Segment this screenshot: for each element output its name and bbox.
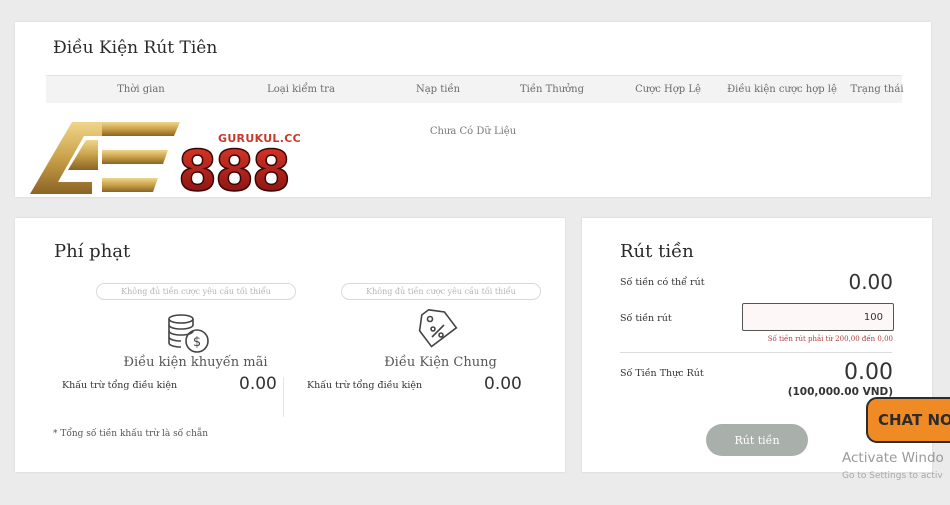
- table-header: Thời gian Loại kiểm tra Nạp tiền Tiền Th…: [46, 75, 904, 103]
- min-bet-warning-pill: Không đủ tiền cược yêu cầu tối thiểu: [341, 283, 541, 300]
- penalty-title: Phí phạt: [54, 241, 131, 262]
- discount-tag-icon: [418, 308, 458, 348]
- withdraw-title: Rút tiền: [620, 241, 694, 262]
- actual-amount-label: Số Tiền Thực Rút: [620, 368, 704, 379]
- promo-condition-label: Điều kiện khuyến mãi: [123, 355, 268, 370]
- withdraw-amount-label: Số tiền rút: [620, 313, 672, 324]
- deduction-note: * Tổng số tiền khấu trừ là số chẵn: [53, 429, 209, 439]
- promo-deduction-value: 0.00: [239, 374, 277, 394]
- general-condition-label: Điều Kiện Chung: [384, 355, 497, 370]
- chat-now-button[interactable]: CHAT NO: [866, 397, 950, 443]
- svg-text:$: $: [193, 335, 201, 350]
- svg-text:888: 888: [178, 139, 289, 198]
- column-header-valid-bet: Cược Hợp Lệ: [635, 84, 701, 95]
- activate-windows-subtitle: Go to Settings to activ: [842, 471, 943, 481]
- available-amount-value: 0.00: [848, 270, 893, 294]
- withdraw-conditions-title: Điều Kiện Rút Tiên: [53, 38, 218, 58]
- withdraw-amount-hint: Số tiền rút phải từ 200,00 đến 0,00: [767, 335, 893, 343]
- penalty-card: Phí phạt Không đủ tiền cược yêu cầu tối …: [15, 218, 565, 472]
- divider: [620, 352, 892, 353]
- available-amount-label: Số tiền có thể rút: [620, 277, 705, 288]
- coins-dollar-icon: $: [168, 314, 209, 353]
- logo-site-text: GURUKUL.CC: [218, 132, 301, 145]
- withdraw-button[interactable]: Rút tiền: [706, 424, 808, 456]
- ae888-logo: 888: [30, 122, 292, 198]
- general-deduction-value: 0.00: [484, 374, 522, 394]
- withdraw-amount-input[interactable]: [742, 303, 894, 331]
- column-header-time: Thời gian: [117, 84, 165, 95]
- column-header-status: Trạng thái: [850, 84, 904, 95]
- min-bet-warning-pill: Không đủ tiền cược yêu cầu tối thiểu: [96, 283, 296, 300]
- promo-deduction-label: Khấu trừ tổng điều kiện: [62, 380, 178, 391]
- box-divider: [283, 377, 284, 417]
- column-header-bonus: Tiền Thưởng: [519, 84, 585, 95]
- column-header-valid-bet-condition: Điều kiện cược hợp lệ: [727, 84, 837, 95]
- column-header-check-type: Loại kiểm tra: [267, 84, 335, 95]
- general-deduction-label: Khấu trừ tổng điều kiện: [307, 380, 423, 391]
- actual-amount-value: 0.00: [844, 360, 893, 385]
- column-header-deposit: Nạp tiền: [415, 84, 461, 95]
- activate-windows-title: Activate Windo: [842, 450, 944, 466]
